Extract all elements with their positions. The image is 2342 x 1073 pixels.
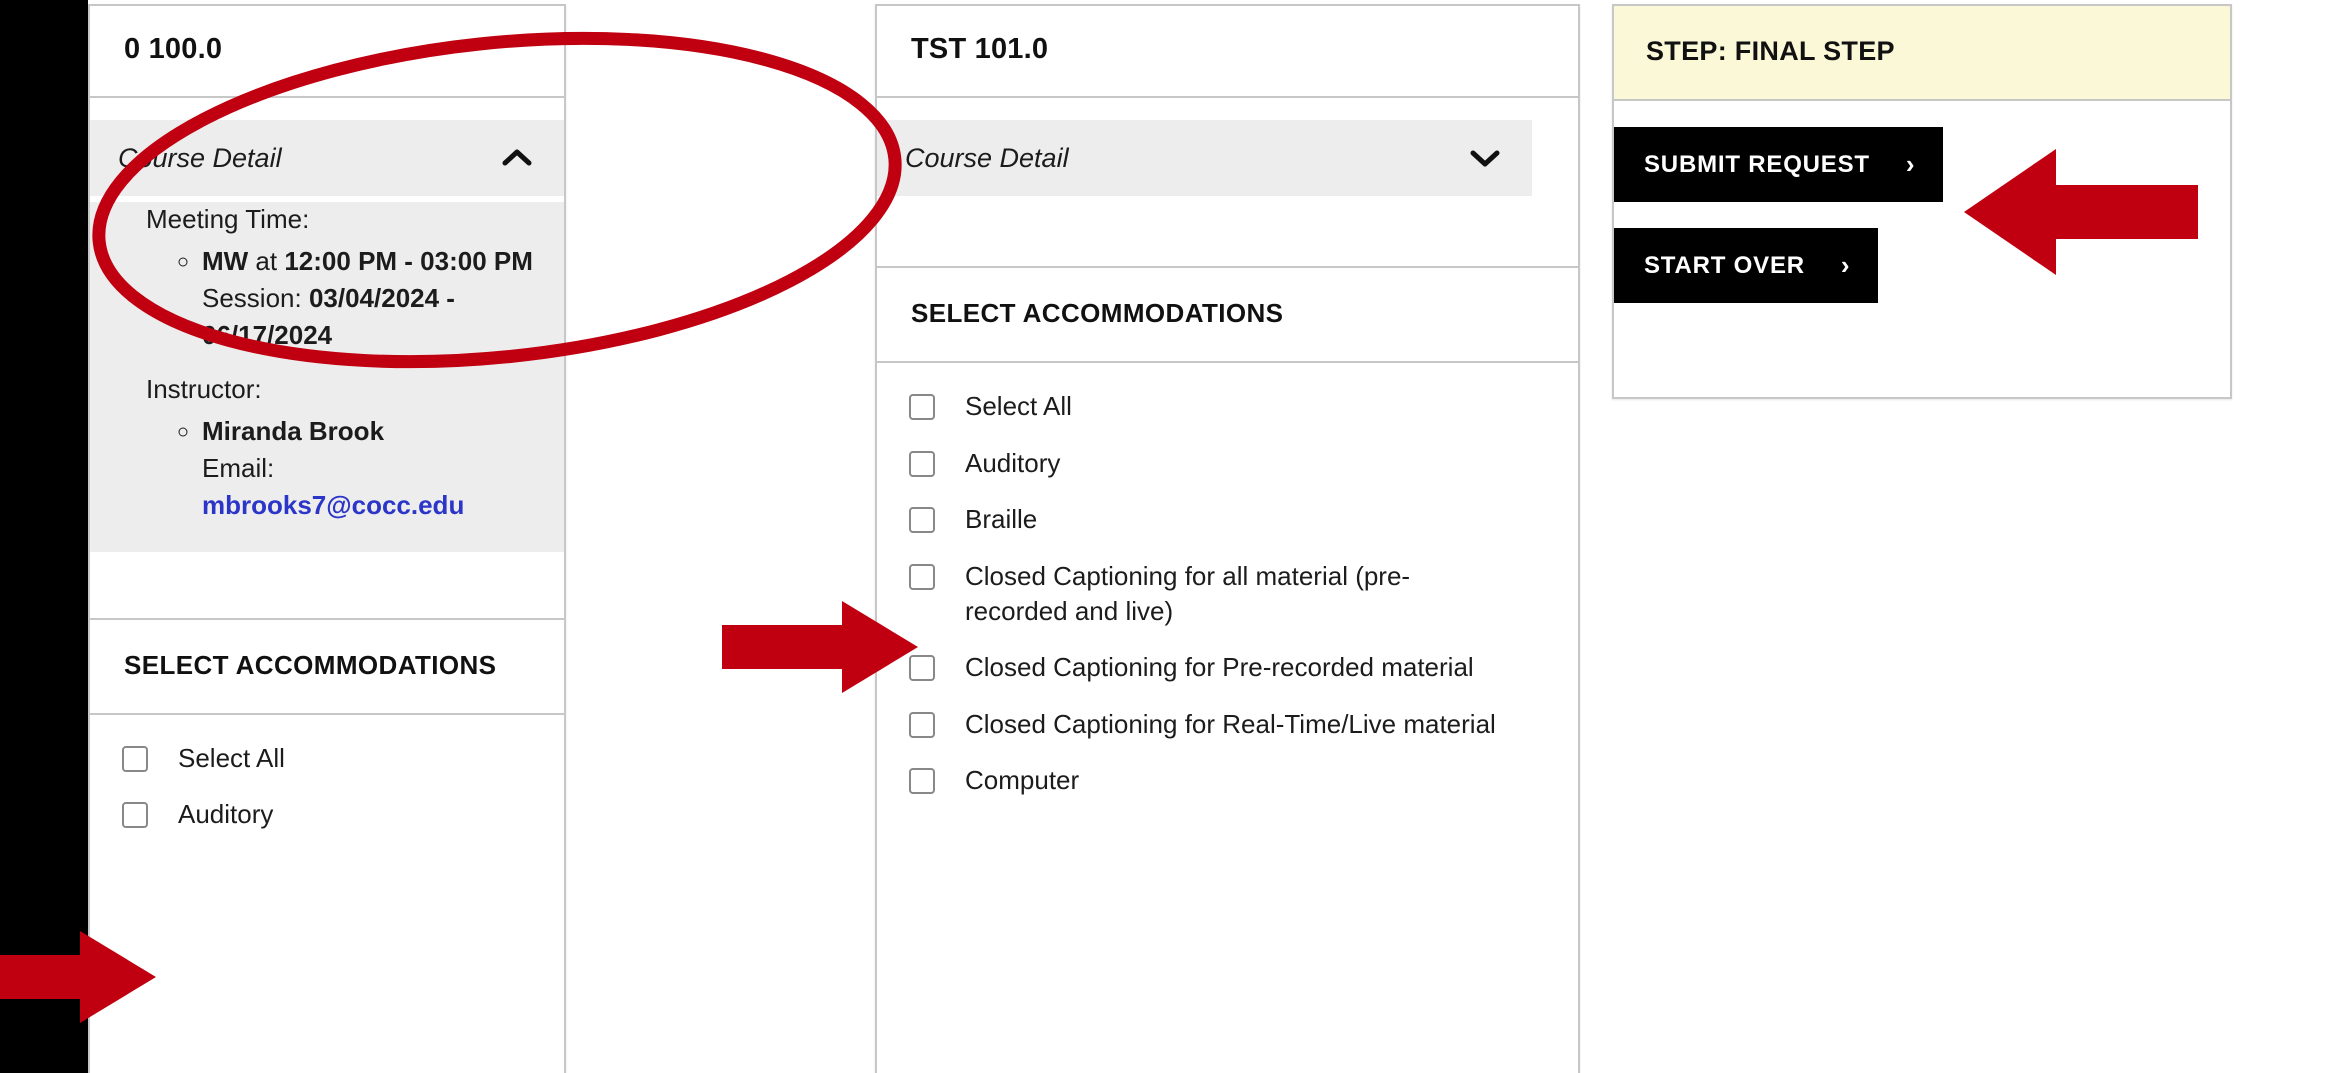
screenshot-root: 0 100.0 Course Detail Meeting Time: MW a… <box>0 0 2342 1073</box>
start-over-label: START OVER <box>1644 252 1805 280</box>
accommodation-label: Select All <box>178 741 285 776</box>
accommodation-label: Braille <box>965 502 1037 537</box>
submit-request-label: SUBMIT REQUEST <box>1644 151 1870 179</box>
left-select-all-checkbox[interactable] <box>122 746 148 772</box>
left-spacer <box>90 552 564 618</box>
accommodation-label: Closed Captioning for all material (pre-… <box>965 559 1508 628</box>
accommodation-row[interactable]: Closed Captioning for Real-Time/Live mat… <box>909 707 1508 742</box>
step-header: STEP: FINAL STEP <box>1614 6 2230 101</box>
accommodations-list-left: Select All Auditory <box>90 715 564 862</box>
accommodation-row[interactable]: Closed Captioning for Pre-recorded mater… <box>909 650 1508 685</box>
accommodation-row[interactable]: Closed Captioning for all material (pre-… <box>909 559 1508 628</box>
instructor-label: Instructor: <box>146 372 534 407</box>
instructor-name: Miranda Brook <box>202 416 384 446</box>
select-accommodations-title: SELECT ACCOMMODATIONS <box>124 650 530 681</box>
middle-auditory-checkbox[interactable] <box>909 451 935 477</box>
select-accommodations-bar-middle: SELECT ACCOMMODATIONS <box>877 266 1578 363</box>
accommodations-list-middle: Select All Auditory Braille Closed Capti… <box>877 363 1578 828</box>
email-label: Email: <box>202 453 274 483</box>
accommodation-label: Closed Captioning for Real-Time/Live mat… <box>965 707 1496 742</box>
select-accommodations-title: SELECT ACCOMMODATIONS <box>911 298 1544 329</box>
course-detail-panel-left: Meeting Time: MW at 12:00 PM - 03:00 PM … <box>90 202 564 552</box>
instructor-list: Miranda Brook Email: mbrooks7@cocc.edu <box>202 413 534 524</box>
course-detail-accordion-left[interactable]: Course Detail <box>90 120 564 196</box>
course-detail-label: Course Detail <box>118 142 282 174</box>
middle-computer-checkbox[interactable] <box>909 768 935 794</box>
chevron-right-icon: › <box>1906 149 1915 180</box>
middle-card-header: TST 101.0 <box>877 6 1578 98</box>
step-actions: SUBMIT REQUEST › START OVER › <box>1614 101 2230 331</box>
chevron-right-icon: › <box>1841 250 1850 281</box>
start-over-button[interactable]: START OVER › <box>1614 228 1878 303</box>
accommodation-row[interactable]: Auditory <box>909 446 1508 481</box>
course-detail-accordion-middle[interactable]: Course Detail <box>877 120 1532 196</box>
submit-request-button[interactable]: SUBMIT REQUEST › <box>1614 127 1943 202</box>
chevron-down-icon[interactable] <box>1468 146 1502 170</box>
accommodation-label: Auditory <box>178 797 273 832</box>
instructor-email-link[interactable]: mbrooks7@cocc.edu <box>202 490 464 520</box>
middle-cc-realtime-checkbox[interactable] <box>909 712 935 738</box>
meeting-at: at <box>248 246 284 276</box>
course-card-left: 0 100.0 Course Detail Meeting Time: MW a… <box>88 4 566 1073</box>
accommodation-row[interactable]: Braille <box>909 502 1508 537</box>
left-course-title: 0 100.0 <box>124 34 530 66</box>
accommodation-row[interactable]: Computer <box>909 763 1508 798</box>
course-card-middle: TST 101.0 Course Detail SELECT ACCOMMODA… <box>875 4 1580 1073</box>
accommodation-row[interactable]: Auditory <box>122 797 538 832</box>
meeting-days: MW <box>202 246 248 276</box>
course-detail-label: Course Detail <box>905 142 1069 174</box>
accommodation-label: Select All <box>965 389 1072 424</box>
final-step-card: STEP: FINAL STEP SUBMIT REQUEST › START … <box>1612 4 2232 399</box>
middle-braille-checkbox[interactable] <box>909 507 935 533</box>
accommodation-label: Closed Captioning for Pre-recorded mater… <box>965 650 1474 685</box>
instructor-item: Miranda Brook Email: mbrooks7@cocc.edu <box>202 413 534 524</box>
accommodation-row[interactable]: Select All <box>122 741 538 776</box>
accommodation-label: Auditory <box>965 446 1060 481</box>
middle-select-all-checkbox[interactable] <box>909 394 935 420</box>
left-black-gutter <box>0 0 88 1073</box>
chevron-up-icon[interactable] <box>500 146 534 170</box>
left-auditory-checkbox[interactable] <box>122 802 148 828</box>
middle-card-body: Course Detail SELECT ACCOMMODATIONS Sele… <box>877 98 1578 828</box>
meeting-time-list: MW at 12:00 PM - 03:00 PM Session: 03/04… <box>202 243 534 354</box>
select-accommodations-bar-left: SELECT ACCOMMODATIONS <box>90 618 564 715</box>
middle-cc-all-checkbox[interactable] <box>909 564 935 590</box>
middle-course-title: TST 101.0 <box>911 34 1544 66</box>
step-title: STEP: FINAL STEP <box>1646 36 2198 67</box>
left-card-body: Course Detail Meeting Time: MW at 12:00 … <box>90 98 564 862</box>
middle-spacer <box>877 196 1578 266</box>
left-card-header: 0 100.0 <box>90 6 564 98</box>
meeting-hours: 12:00 PM - 03:00 PM <box>284 246 533 276</box>
meeting-time-label: Meeting Time: <box>146 202 534 237</box>
session-label: Session: <box>202 283 309 313</box>
accommodation-row[interactable]: Select All <box>909 389 1508 424</box>
meeting-time-item: MW at 12:00 PM - 03:00 PM Session: 03/04… <box>202 243 534 354</box>
accommodation-label: Computer <box>965 763 1079 798</box>
middle-cc-prerecorded-checkbox[interactable] <box>909 655 935 681</box>
